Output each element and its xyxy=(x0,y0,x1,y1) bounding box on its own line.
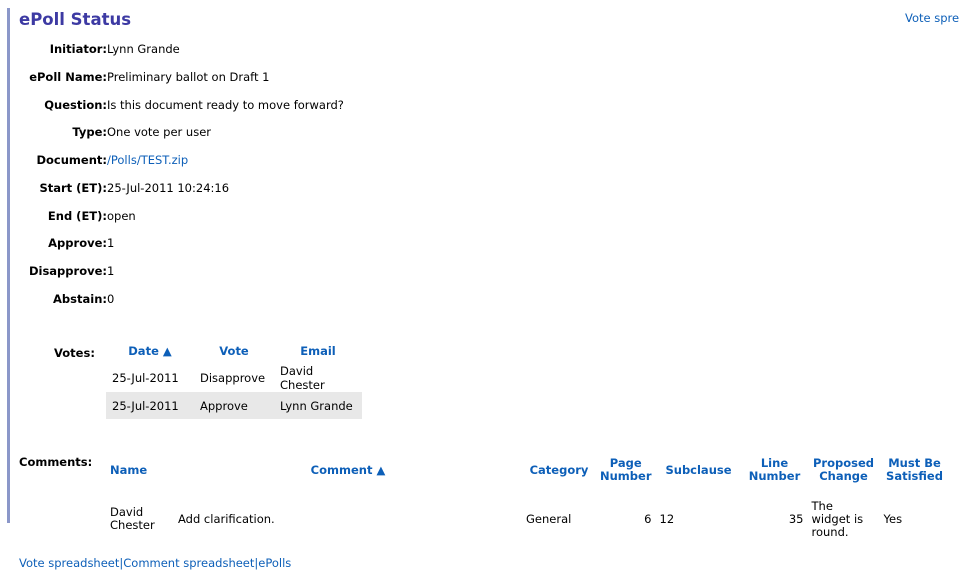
field-label-disapprove: Disapprove: xyxy=(28,264,107,278)
vote-email: David Chester xyxy=(280,364,325,392)
proposed-change-line3: round. xyxy=(811,524,849,539)
vote-date: 25-Jul-2011 xyxy=(112,371,179,385)
field-value-type: One vote per user xyxy=(107,125,211,139)
comment-line-number: 35 xyxy=(788,511,804,526)
comment-page-number: 6 xyxy=(644,511,652,526)
field-value-approve: 1 xyxy=(107,236,115,250)
field-label-initiator: Initiator: xyxy=(49,42,107,56)
comments-sort-name[interactable]: Name xyxy=(106,447,174,493)
field-label-end: End (ET): xyxy=(47,209,107,223)
comment-row: David Chester Add clarification. General… xyxy=(106,493,950,545)
comments-sort-must-be-satisfied[interactable]: Must Be Satisfied xyxy=(880,447,950,493)
header-line-line1: Line xyxy=(760,456,789,470)
field-label-question: Question: xyxy=(44,98,107,112)
votes-header-row: Date ▲ Vote Email xyxy=(106,337,362,364)
votes-sort-date[interactable]: Date ▲ xyxy=(106,337,194,364)
left-accent-bar xyxy=(7,8,10,523)
field-value-epoll-name: Preliminary ballot on Draft 1 xyxy=(107,70,270,84)
footer-links: Vote spreadsheet|Comment spreadsheet|ePo… xyxy=(19,556,291,570)
vote-row: 25-Jul-2011 Disapprove David Chester xyxy=(106,364,362,392)
header-proposed-line1: Proposed xyxy=(812,456,874,470)
field-value-question: Is this document ready to move forward? xyxy=(107,98,344,112)
comments-sort-comment[interactable]: Comment ▲ xyxy=(174,447,522,493)
vote-spreadsheet-link[interactable]: Vote spreadsheet xyxy=(19,556,119,570)
comment-proposed-change: The widget is round. xyxy=(808,493,880,545)
vote-spreadsheet-top-link[interactable]: Vote spre xyxy=(905,11,959,25)
comment-spreadsheet-link[interactable]: Comment spreadsheet xyxy=(123,556,254,570)
comments-sort-proposed-change[interactable]: Proposed Change xyxy=(808,447,880,493)
field-label-start: Start (ET): xyxy=(39,181,107,195)
votes-label: Votes: xyxy=(54,346,95,360)
header-page-line1: Page xyxy=(609,456,642,470)
field-label-abstain: Abstain: xyxy=(53,292,107,306)
vote-date: 25-Jul-2011 xyxy=(106,392,194,419)
proposed-change-line2: widget is xyxy=(811,511,864,526)
page-title: ePoll Status xyxy=(19,10,132,29)
comments-sort-category[interactable]: Category xyxy=(522,447,596,493)
comment-must-be-satisfied: Yes xyxy=(883,511,903,526)
comments-sort-page-number[interactable]: Page Number xyxy=(596,447,656,493)
comment-text: Add clarification. xyxy=(178,511,275,526)
vote-row: 25-Jul-2011 Approve Lynn Grande xyxy=(106,392,362,419)
comment-author-first: David xyxy=(110,505,144,519)
comment-category: General xyxy=(526,511,572,526)
header-line-line2: Number xyxy=(748,469,801,483)
comment-subclause: 12 xyxy=(659,511,675,526)
vote-email: Lynn Grande xyxy=(274,392,362,419)
comments-sort-subclause[interactable]: Subclause xyxy=(656,447,742,493)
vote-value: Approve xyxy=(194,392,274,419)
field-label-approve: Approve: xyxy=(48,236,107,250)
document-link[interactable]: /Polls/TEST.zip xyxy=(107,153,188,167)
comments-label: Comments: xyxy=(19,455,93,469)
header-must-line1: Must Be xyxy=(888,456,941,470)
proposed-change-line1: The xyxy=(811,498,833,513)
comments-sort-line-number[interactable]: Line Number xyxy=(742,447,808,493)
comment-author-last: Chester xyxy=(110,518,155,532)
votes-table: Date ▲ Vote Email 25-Jul-2011 Disapprove… xyxy=(106,337,362,419)
header-must-line2: Satisfied xyxy=(886,469,943,483)
header-page-line2: Number xyxy=(600,469,652,483)
field-value-end: open xyxy=(107,209,136,223)
vote-value: Disapprove xyxy=(200,371,266,385)
header-proposed-line2: Change xyxy=(819,469,868,483)
votes-sort-email[interactable]: Email xyxy=(274,337,362,364)
field-label-document: Document: xyxy=(36,153,107,167)
field-value-start: 25-Jul-2011 10:24:16 xyxy=(107,181,230,195)
votes-sort-vote[interactable]: Vote xyxy=(194,337,274,364)
comments-table: Name Comment ▲ Category Page Number Subc… xyxy=(106,447,950,545)
comment-author: David Chester xyxy=(106,493,174,545)
field-value-abstain: 0 xyxy=(107,292,115,306)
field-label-epoll-name: ePoll Name: xyxy=(29,70,107,84)
field-label-type: Type: xyxy=(72,125,107,139)
field-value-initiator: Lynn Grande xyxy=(107,42,180,56)
comments-header-row: Name Comment ▲ Category Page Number Subc… xyxy=(106,447,950,493)
epolls-link[interactable]: ePolls xyxy=(258,556,291,570)
field-value-disapprove: 1 xyxy=(107,264,115,278)
